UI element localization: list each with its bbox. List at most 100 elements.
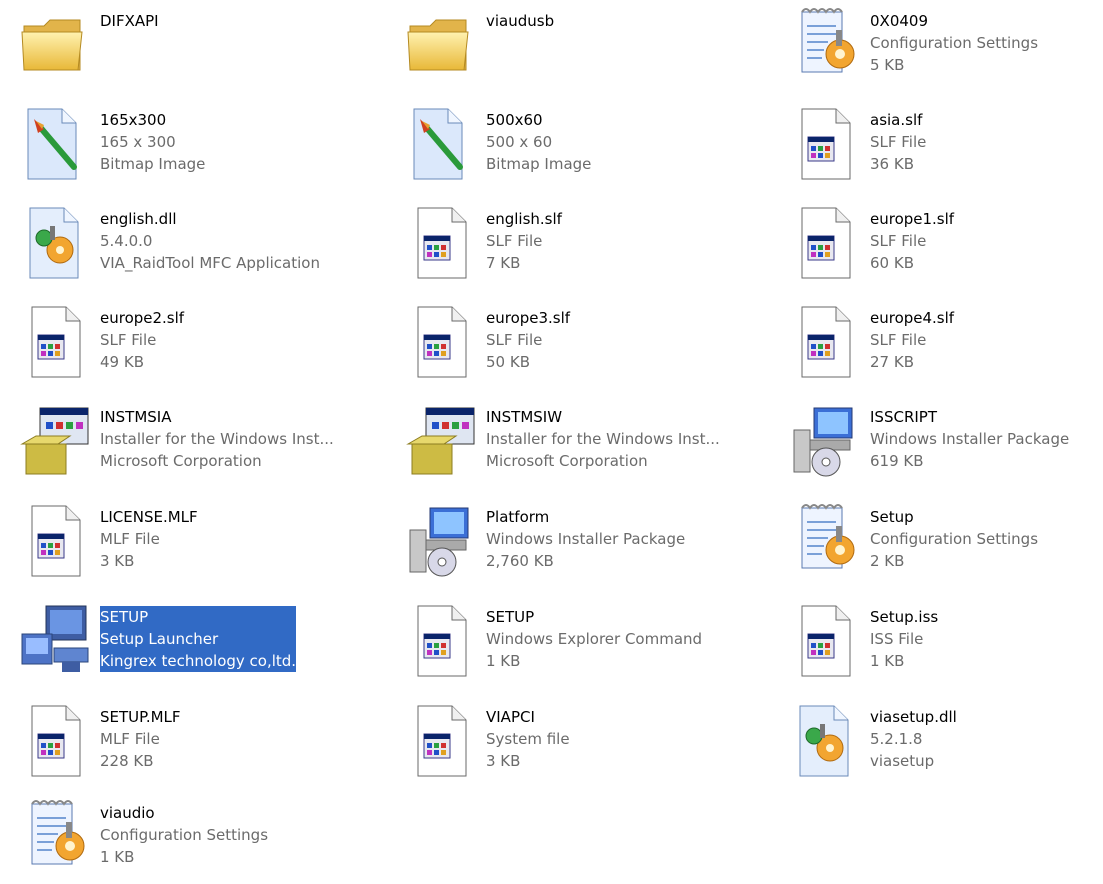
file-item[interactable]: 165x300 165 x 300 Bitmap Image xyxy=(18,103,398,191)
file-detail-line: SLF File xyxy=(100,331,157,349)
file-name: 0X0409 xyxy=(870,12,928,30)
file-detail-line: 619 KB xyxy=(870,452,924,470)
file-item-text: LICENSE.MLF MLF File 3 KB xyxy=(100,506,198,572)
file-item[interactable]: europe3.slf SLF File 50 KB xyxy=(404,301,784,389)
file-item[interactable]: europe4.slf SLF File 27 KB xyxy=(788,301,1088,389)
file-item[interactable]: INSTMSIA Installer for the Windows Inst..… xyxy=(18,400,398,488)
file-item[interactable]: DIFXAPI xyxy=(18,4,398,92)
file-item-text: INSTMSIA Installer for the Windows Inst..… xyxy=(100,406,334,472)
file-detail-line: 36 KB xyxy=(870,155,914,173)
file-detail-line: SLF File xyxy=(870,331,927,349)
file-detail-line: 1 KB xyxy=(870,652,905,670)
file-name: europe4.slf xyxy=(870,309,955,327)
generic-file-icon xyxy=(788,202,862,282)
file-item-text: SETUP Windows Explorer Command 1 KB xyxy=(486,606,702,672)
file-detail-line: 2,760 KB xyxy=(486,552,554,570)
file-name: europe2.slf xyxy=(100,309,185,327)
dll-gear-icon xyxy=(18,202,92,282)
file-detail-line: Installer for the Windows Inst... xyxy=(486,430,720,448)
file-name: ISSCRIPT xyxy=(870,408,937,426)
file-item-text: VIAPCI System file 3 KB xyxy=(486,706,570,772)
file-item-text: viaudusb xyxy=(486,10,554,32)
file-detail-line: 228 KB xyxy=(100,752,154,770)
file-detail-line: 7 KB xyxy=(486,254,521,272)
file-name: viaudio xyxy=(100,804,155,822)
file-item[interactable]: 0X0409 Configuration Settings 5 KB xyxy=(788,4,1088,92)
file-item-text: SETUP Setup Launcher Kingrex technology co… xyxy=(100,606,297,672)
file-item[interactable]: viaudio Configuration Settings 1 KB xyxy=(18,796,398,884)
file-detail-line: Windows Explorer Command xyxy=(486,630,703,648)
file-detail-line: 50 KB xyxy=(486,353,530,371)
installer-box-icon xyxy=(18,400,92,480)
file-item-text: Platform Windows Installer Package 2,760 K… xyxy=(486,506,685,572)
file-item[interactable]: INSTMSIW Installer for the Windows Inst..… xyxy=(404,400,784,488)
file-name: INSTMSIW xyxy=(486,408,563,426)
file-name: SETUP xyxy=(100,608,149,626)
file-item[interactable]: english.slf SLF File 7 KB xyxy=(404,202,784,290)
generic-file-icon xyxy=(788,103,862,183)
file-detail-line: SLF File xyxy=(486,232,543,250)
file-detail-line: viasetup xyxy=(870,752,935,770)
file-detail-line: 2 KB xyxy=(870,552,905,570)
bitmap-paint-icon xyxy=(18,103,92,183)
file-item[interactable]: english.dll 5.4.0.0 VIA_RaidTool MFC Appli… xyxy=(18,202,398,290)
file-item[interactable]: europe1.slf SLF File 60 KB xyxy=(788,202,1088,290)
file-detail-line: Configuration Settings xyxy=(870,530,1039,548)
file-detail-line: VIA_RaidTool MFC Application xyxy=(100,254,320,272)
folder-icon xyxy=(404,4,478,84)
file-item[interactable]: Setup Configuration Settings 2 KB xyxy=(788,500,1088,588)
file-item-text: 500x60 500 x 60 Bitmap Image xyxy=(486,109,591,175)
file-item[interactable]: LICENSE.MLF MLF File 3 KB xyxy=(18,500,398,588)
file-detail-line: 500 x 60 xyxy=(486,133,553,151)
file-detail-line: Configuration Settings xyxy=(100,826,269,844)
file-item[interactable]: europe2.slf SLF File 49 KB xyxy=(18,301,398,389)
file-item[interactable]: SETUP Windows Explorer Command 1 KB xyxy=(404,600,784,688)
file-item[interactable]: Platform Windows Installer Package 2,760 K… xyxy=(404,500,784,588)
file-detail-line: 3 KB xyxy=(486,752,521,770)
file-item[interactable]: SETUP.MLF MLF File 228 KB xyxy=(18,700,398,788)
file-detail-line: MLF File xyxy=(100,730,160,748)
file-detail-line: 5 KB xyxy=(870,56,905,74)
file-item[interactable]: viaudusb xyxy=(404,4,784,92)
generic-file-icon xyxy=(18,301,92,381)
file-name: DIFXAPI xyxy=(100,12,159,30)
file-item-text: viasetup.dll 5.2.1.8 viasetup xyxy=(870,706,957,772)
file-name: asia.slf xyxy=(870,111,923,129)
file-detail-line: Configuration Settings xyxy=(870,34,1039,52)
generic-file-icon xyxy=(18,500,92,580)
file-detail-line: Bitmap Image xyxy=(100,155,206,173)
file-item-text: DIFXAPI xyxy=(100,10,159,32)
file-name: 500x60 xyxy=(486,111,543,129)
msi-package-icon xyxy=(788,400,862,480)
file-detail-line: 49 KB xyxy=(100,353,144,371)
file-detail-line: Windows Installer Package xyxy=(486,530,686,548)
file-name: viaudusb xyxy=(486,12,555,30)
file-name: VIAPCI xyxy=(486,708,535,726)
file-item-text: europe1.slf SLF File 60 KB xyxy=(870,208,954,274)
file-name: english.dll xyxy=(100,210,177,228)
file-name: english.slf xyxy=(486,210,562,228)
file-item-text: Setup.iss ISS File 1 KB xyxy=(870,606,938,672)
file-item-text: 165x300 165 x 300 Bitmap Image xyxy=(100,109,205,175)
config-settings-icon xyxy=(788,500,862,580)
file-detail-line: 3 KB xyxy=(100,552,135,570)
file-detail-line: Microsoft Corporation xyxy=(100,452,262,470)
generic-file-icon xyxy=(404,301,478,381)
file-detail-line: Microsoft Corporation xyxy=(486,452,648,470)
file-item[interactable]: 500x60 500 x 60 Bitmap Image xyxy=(404,103,784,191)
file-detail-line: 5.4.0.0 xyxy=(100,232,153,250)
file-item[interactable]: VIAPCI System file 3 KB xyxy=(404,700,784,788)
file-detail-line: Kingrex technology co,ltd. xyxy=(100,652,297,670)
file-item[interactable]: asia.slf SLF File 36 KB xyxy=(788,103,1088,191)
file-name: SETUP.MLF xyxy=(100,708,181,726)
file-name: Platform xyxy=(486,508,550,526)
file-detail-line: System file xyxy=(486,730,570,748)
file-item[interactable]: SETUP Setup Launcher Kingrex technology co… xyxy=(18,600,398,688)
file-detail-line: SLF File xyxy=(870,133,927,151)
file-item[interactable]: Setup.iss ISS File 1 KB xyxy=(788,600,1088,688)
file-detail-line: 27 KB xyxy=(870,353,914,371)
dll-gear-icon xyxy=(788,700,862,780)
file-item[interactable]: viasetup.dll 5.2.1.8 viasetup xyxy=(788,700,1088,788)
file-item-text: english.slf SLF File 7 KB xyxy=(486,208,562,274)
file-item[interactable]: ISSCRIPT Windows Installer Package 619 KB xyxy=(788,400,1088,488)
